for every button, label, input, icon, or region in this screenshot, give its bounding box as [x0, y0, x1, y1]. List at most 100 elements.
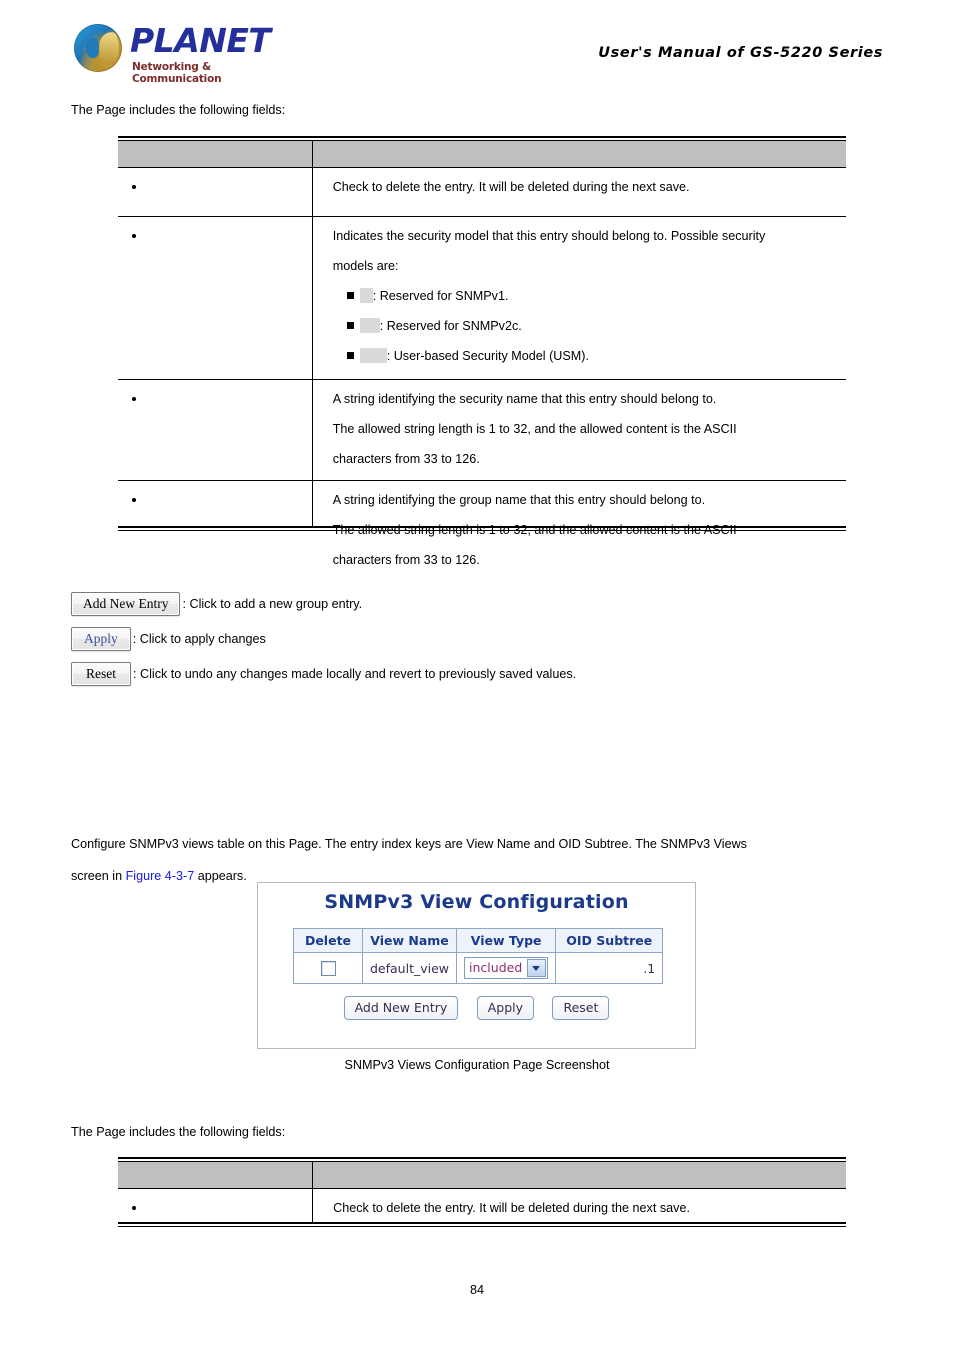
- table2-top-rule: [118, 1157, 846, 1159]
- desc-line: A string identifying the security name t…: [332, 392, 717, 406]
- square-bullet-icon: [346, 292, 354, 299]
- row-object-cell: [118, 1188, 322, 1235]
- buttons-legend: Add New Entry: Click to add a new group …: [71, 592, 891, 697]
- intro-text-1: The Page includes the following fields:: [71, 103, 286, 117]
- table2-header-object: [118, 1162, 322, 1189]
- table-row: A string identifying the security name t…: [118, 379, 846, 481]
- screenshot-reset-button[interactable]: Reset: [552, 996, 610, 1020]
- table1-bottom-rule-2: [118, 530, 846, 531]
- table1-top-rule: [118, 136, 846, 138]
- redacted-value: [359, 318, 380, 333]
- table1: Check to delete the entry. It will be de…: [118, 141, 846, 581]
- row-object-cell: [118, 216, 321, 380]
- list-item-text: : Reserved for SNMPv2c.: [379, 319, 522, 333]
- figure-caption: SNMPv3 Views Configuration Page Screensh…: [344, 1058, 610, 1072]
- desc-line: Indicates the security model that this e…: [332, 229, 766, 243]
- bullet-icon: [132, 497, 136, 502]
- view-type-value: included: [469, 959, 523, 975]
- bullet-icon: [132, 1205, 136, 1210]
- apply-description: : Click to apply changes: [132, 632, 266, 646]
- table2-header-row: [118, 1162, 846, 1189]
- page-header: PLANET Networking & Communication User's…: [0, 0, 954, 92]
- logo-wordmark: PLANET: [130, 21, 271, 60]
- table2-bottom-rule: [118, 1222, 846, 1224]
- oid-subtree-cell[interactable]: .1: [555, 952, 664, 984]
- desc-line: Check to delete the entry. It will be de…: [333, 1201, 690, 1215]
- chevron-down-icon[interactable]: [527, 959, 547, 977]
- row-description-cell: Check to delete the entry. It will be de…: [321, 1188, 846, 1235]
- logo-tagline: Networking & Communication: [132, 61, 222, 85]
- reset-button[interactable]: Reset: [71, 662, 131, 686]
- column-header-view-name: View Name: [361, 928, 458, 953]
- desc-line: The allowed string length is 1 to 32, an…: [332, 422, 737, 436]
- add-new-entry-button[interactable]: Add New Entry: [71, 592, 181, 616]
- snmpv3-view-configuration-screenshot: SNMPv3 View Configuration Delete View Na…: [257, 882, 696, 1049]
- table1-column-divider: [312, 141, 313, 528]
- table2: Check to delete the entry. It will be de…: [118, 1162, 846, 1235]
- column-header-delete: Delete: [293, 928, 363, 953]
- table1-bottom-rule: [118, 526, 846, 528]
- view-type-select[interactable]: included: [464, 957, 549, 979]
- document-page: PLANET Networking & Communication User's…: [0, 0, 954, 1350]
- redacted-value: [359, 288, 373, 303]
- planet-logo: PLANET Networking & Communication: [74, 21, 274, 85]
- list-item: : Reserved for SNMPv1.: [346, 281, 838, 311]
- views-paragraph-line1: Configure SNMPv3 views table on this Pag…: [71, 837, 747, 851]
- list-item: : User-based Security Model (USM).: [346, 341, 838, 371]
- delete-cell: [293, 952, 363, 984]
- list-item-text: : User-based Security Model (USM).: [386, 349, 589, 363]
- apply-button[interactable]: Apply: [71, 627, 131, 651]
- legend-row-reset: Reset: Click to undo any changes made lo…: [71, 662, 891, 695]
- table-row: Check to delete the entry. It will be de…: [118, 167, 846, 217]
- screenshot-title: SNMPv3 View Configuration: [324, 891, 629, 913]
- table2-column-divider: [312, 1162, 313, 1224]
- bullet-icon: [132, 184, 136, 189]
- list-item: : Reserved for SNMPv2c.: [346, 311, 838, 341]
- figure-link[interactable]: Figure 4-3-7: [126, 869, 195, 883]
- table1-header-description: [320, 141, 846, 168]
- intro-text-2: The Page includes the following fields:: [71, 1125, 286, 1139]
- globe-icon: [74, 24, 122, 72]
- row-description-cell: Check to delete the entry. It will be de…: [320, 167, 846, 217]
- table-row: Indicates the security model that this e…: [118, 216, 846, 380]
- view-name-cell[interactable]: default_view: [361, 952, 458, 984]
- square-bullet-icon: [346, 352, 354, 359]
- table-row: Check to delete the entry. It will be de…: [118, 1188, 846, 1235]
- legend-row-add-new-entry: Add New Entry: Click to add a new group …: [71, 592, 891, 625]
- column-header-oid-subtree: OID Subtree: [555, 928, 664, 953]
- table2-header-description: [321, 1162, 846, 1189]
- delete-checkbox[interactable]: [320, 961, 336, 976]
- desc-line: characters from 33 to 126.: [332, 452, 480, 466]
- table-row: default_view included .1: [293, 952, 664, 984]
- add-new-entry-description: : Click to add a new group entry.: [182, 597, 363, 611]
- screenshot-add-new-entry-button[interactable]: Add New Entry: [343, 996, 459, 1020]
- view-type-cell: included: [456, 952, 557, 984]
- bullet-icon: [132, 396, 136, 401]
- row-object-cell: [118, 379, 321, 481]
- views-paragraph-line2-prefix: screen in: [71, 869, 126, 883]
- desc-line: models are:: [332, 259, 399, 273]
- table1-header-object: [118, 141, 321, 168]
- row-description-cell: A string identifying the security name t…: [320, 379, 846, 481]
- redacted-value: [359, 348, 387, 363]
- row-object-cell: [118, 167, 321, 217]
- table1-header-row: [118, 141, 846, 168]
- list-item-text: : Reserved for SNMPv1.: [372, 289, 509, 303]
- row-description-cell: Indicates the security model that this e…: [320, 216, 846, 380]
- square-bullet-icon: [346, 322, 354, 329]
- table-header-row: Delete View Name View Type OID Subtree: [293, 928, 664, 953]
- bullet-icon: [132, 233, 136, 238]
- manual-title: User's Manual of GS-5220 Series: [598, 45, 883, 61]
- screenshot-apply-button[interactable]: Apply: [476, 996, 535, 1020]
- legend-row-apply: Apply: Click to apply changes: [71, 627, 891, 660]
- screenshot-button-bar: Add New Entry Apply Reset: [258, 996, 695, 1020]
- desc-line: Check to delete the entry. It will be de…: [332, 180, 690, 194]
- reset-description: : Click to undo any changes made locally…: [133, 667, 577, 681]
- desc-line: A string identifying the group name that…: [332, 493, 706, 507]
- column-header-view-type: View Type: [456, 928, 557, 953]
- views-paragraph-line2-suffix: appears.: [194, 869, 247, 883]
- table2-bottom-rule-2: [118, 1226, 846, 1227]
- view-configuration-table: Delete View Name View Type OID Subtree d…: [293, 928, 664, 984]
- page-number: 84: [469, 1283, 484, 1297]
- desc-line: characters from 33 to 126.: [332, 553, 480, 567]
